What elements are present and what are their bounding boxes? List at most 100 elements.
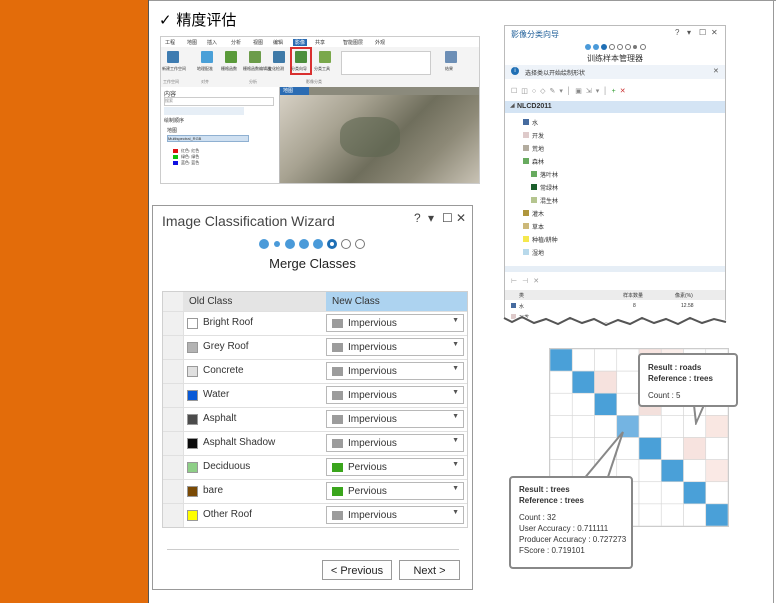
matrix-cell[interactable]	[616, 348, 640, 372]
new-class-dropdown[interactable]: Pervious ▼	[326, 482, 464, 500]
row-gutter[interactable]	[163, 384, 184, 407]
matrix-cell-diagonal[interactable]	[638, 437, 662, 460]
new-class-dropdown[interactable]: Pervious ▼	[326, 458, 464, 476]
table-row[interactable]: Other Roof Impervious ▼	[163, 503, 467, 527]
ribbon-button-label[interactable]: 结果	[445, 66, 453, 72]
new-class-dropdown[interactable]: Impervious ▼	[326, 314, 464, 332]
table-row[interactable]: Asphalt Shadow Impervious ▼	[163, 431, 467, 455]
contents-toolbar[interactable]	[164, 107, 244, 115]
help-button[interactable]: ?	[414, 211, 421, 225]
matrix-cell[interactable]	[638, 459, 662, 483]
class-tree-item[interactable]: 常绿林	[540, 183, 558, 192]
classification-wizard-icon[interactable]	[295, 51, 307, 63]
schema-row[interactable]: ◢ NLCD2011	[505, 101, 725, 113]
matrix-cell[interactable]	[571, 392, 595, 416]
matrix-cell[interactable]	[705, 437, 729, 460]
contents-item-layer[interactable]: Multispectral_RGB	[167, 135, 249, 142]
class-tree-item[interactable]: 荒地	[532, 144, 544, 153]
class-tree-item[interactable]: 草本	[532, 222, 544, 231]
new-class-dropdown[interactable]: Impervious ▼	[326, 386, 464, 404]
dismiss-icon[interactable]: ✕	[713, 67, 719, 75]
close-button[interactable]: ✕	[456, 211, 466, 225]
step-dot-current[interactable]	[327, 239, 337, 249]
matrix-cell[interactable]	[660, 415, 684, 438]
ribbon-button-label[interactable]: 变化检测	[268, 66, 284, 72]
row-gutter[interactable]	[163, 336, 184, 359]
matrix-cell-diagonal[interactable]	[571, 370, 595, 394]
row-gutter[interactable]	[163, 432, 184, 455]
step-dot-done[interactable]	[313, 239, 323, 249]
matrix-cell-diagonal[interactable]	[549, 348, 573, 372]
new-class-dropdown[interactable]: Impervious ▼	[326, 506, 464, 524]
matrix-cell[interactable]	[660, 503, 684, 527]
table-row[interactable]: Bright Roof Impervious ▼	[163, 311, 467, 335]
table-row[interactable]: Water Impervious ▼	[163, 383, 467, 407]
ribbon-tab[interactable]: 智能图层	[343, 39, 363, 46]
new-class-dropdown[interactable]: Impervious ▼	[326, 434, 464, 452]
table-row[interactable]: Asphalt Impervious ▼	[163, 407, 467, 431]
step-dot-done[interactable]	[285, 239, 295, 249]
contents-search-input[interactable]: 搜索	[164, 97, 274, 106]
collapse-icon[interactable]: ◢	[510, 102, 515, 109]
step-dot-current[interactable]	[601, 44, 607, 50]
menu-button[interactable]: ▾	[687, 28, 691, 37]
matrix-cell[interactable]	[616, 370, 640, 394]
step-dot-pending[interactable]	[609, 44, 615, 50]
menu-button[interactable]: ▾	[428, 211, 434, 225]
row-gutter[interactable]	[163, 408, 184, 431]
matrix-cell[interactable]	[683, 503, 707, 527]
step-dot-done[interactable]	[585, 44, 591, 50]
matrix-cell[interactable]	[549, 370, 573, 394]
step-dot-pending[interactable]	[355, 239, 365, 249]
matrix-cell[interactable]	[549, 392, 573, 416]
matrix-cell[interactable]	[638, 503, 662, 527]
matrix-cell[interactable]	[660, 481, 684, 505]
step-dot-pending-small[interactable]	[633, 45, 637, 49]
col-header[interactable]: 样本数量	[623, 292, 643, 299]
close-button[interactable]: ✕	[711, 28, 718, 37]
class-tree-item[interactable]: 灌木	[532, 209, 544, 218]
ribbon-tab-active[interactable]: 影像	[293, 39, 308, 46]
matrix-cell[interactable]	[660, 437, 684, 460]
ribbon-button-label[interactable]: 新建工作空间	[162, 66, 186, 72]
class-tree-item[interactable]: 森林	[532, 157, 544, 166]
matrix-cell[interactable]	[549, 415, 573, 438]
step-dot-done[interactable]	[259, 239, 269, 249]
ribbon-tab[interactable]: 工程	[165, 39, 175, 46]
class-tree-item[interactable]: 水	[532, 118, 538, 127]
new-class-dropdown[interactable]: Impervious ▼	[326, 362, 464, 380]
matrix-cell[interactable]	[594, 348, 618, 372]
row-gutter[interactable]	[163, 504, 184, 527]
matrix-cell-diagonal[interactable]	[705, 503, 729, 527]
new-class-dropdown[interactable]: Impervious ▼	[326, 338, 464, 356]
map-tab[interactable]: 地图	[280, 87, 309, 95]
matrix-cell[interactable]	[705, 459, 729, 483]
ribbon-tab[interactable]: 视图	[253, 39, 263, 46]
ribbon-tab[interactable]: 插入	[207, 39, 217, 46]
ribbon-button-label[interactable]: 栅格函数	[221, 66, 237, 72]
table-row[interactable]: Deciduous Pervious ▼	[163, 455, 467, 479]
table-row[interactable]: bare Pervious ▼	[163, 479, 467, 503]
ribbon-tab[interactable]: 编辑	[273, 39, 283, 46]
sample-toolbar[interactable]: ☐◫○◇✎▾│▣⇲▾│+✕	[511, 87, 661, 97]
matrix-cell-diagonal[interactable]	[594, 392, 618, 416]
matrix-cell[interactable]	[594, 370, 618, 394]
new-class-header[interactable]: New Class	[326, 292, 467, 311]
class-tree-item[interactable]: 开发	[532, 131, 544, 140]
class-tree-item[interactable]: 混生林	[540, 196, 558, 205]
maximize-button[interactable]: ☐	[699, 28, 706, 37]
ribbon-button-label[interactable]: 分类向导	[291, 66, 307, 72]
matrix-cell[interactable]	[683, 459, 707, 483]
ribbon-tab[interactable]: 共享	[315, 39, 325, 46]
col-header[interactable]: 像素(%)	[675, 292, 693, 299]
step-dot-pending[interactable]	[625, 44, 631, 50]
step-dot-pending[interactable]	[640, 44, 646, 50]
step-dot-done[interactable]	[299, 239, 309, 249]
splitter[interactable]	[505, 266, 725, 272]
step-dot-done[interactable]	[593, 44, 599, 50]
matrix-cell[interactable]	[571, 348, 595, 372]
maximize-button[interactable]: ☐	[442, 211, 453, 225]
row-gutter[interactable]	[163, 360, 184, 383]
ribbon-button-label[interactable]: 栅格函数编辑器	[243, 66, 271, 72]
ribbon-button-label[interactable]: 地理配准	[197, 66, 213, 72]
